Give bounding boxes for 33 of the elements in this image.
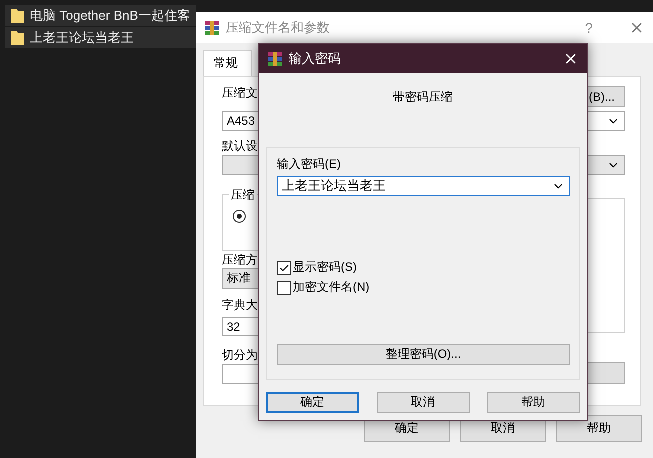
dialog-button[interactable]: 帮助	[556, 415, 642, 442]
checkbox-label: 加密文件名(N)	[293, 280, 370, 294]
folder-row[interactable]: 电脑 Together BnB一起住客	[5, 5, 196, 26]
window-title: 压缩文件名和参数	[226, 18, 331, 36]
field-label: 压缩方	[222, 253, 258, 267]
field-label: 切分为	[222, 348, 258, 362]
field-label: 输入密码(E)	[277, 157, 341, 171]
organize-button[interactable]: 整理密码(O)...	[277, 344, 570, 365]
checkbox-label: 显示密码(S)	[293, 260, 357, 274]
radio-button[interactable]	[233, 210, 246, 223]
folder-name: 上老王论坛当老王	[30, 28, 134, 46]
dialog-button[interactable]: 帮助	[487, 392, 580, 413]
dialog-title: 输入密码	[289, 50, 342, 68]
password-field[interactable]: 上老王论坛当老王	[277, 176, 570, 196]
folder-name: 电脑 Together BnB一起住客	[30, 6, 190, 24]
folder-row[interactable]: 上老王论坛当老王	[5, 27, 196, 48]
dialog-heading: 带密码压缩	[392, 89, 454, 106]
tab[interactable]: 常规	[203, 50, 252, 76]
list-box[interactable]	[587, 198, 625, 333]
help-button[interactable]: ?	[585, 20, 593, 36]
side-button[interactable]	[587, 362, 625, 384]
archive-icon	[204, 20, 220, 36]
archive-icon	[267, 50, 283, 66]
dialog-button[interactable]: 取消	[376, 392, 470, 413]
field-label: 字典大	[222, 298, 258, 312]
check-icon	[278, 262, 290, 274]
checkbox[interactable]	[277, 261, 291, 275]
folder-icon	[11, 30, 24, 45]
checkbox[interactable]	[277, 281, 291, 295]
field-label: 压缩文	[222, 86, 258, 100]
folder-icon	[11, 8, 24, 23]
dialog-button[interactable]: 确定	[266, 392, 359, 413]
field-label: 默认设	[222, 139, 258, 153]
